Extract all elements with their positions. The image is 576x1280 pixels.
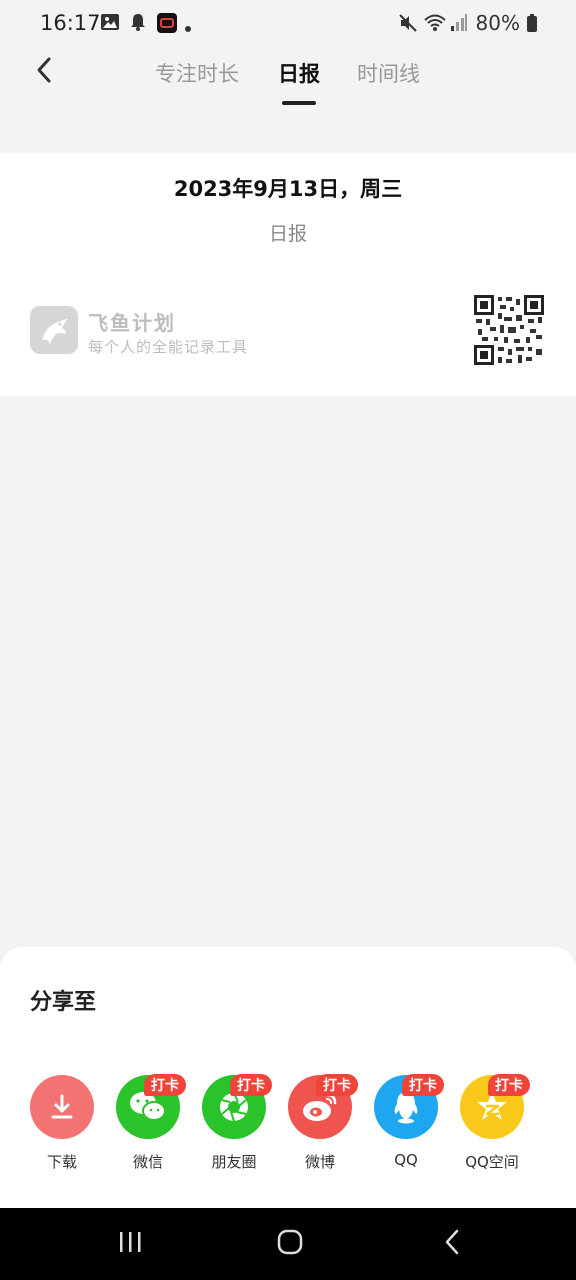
signal-icon xyxy=(450,13,470,33)
dot-icon xyxy=(184,18,192,32)
share-label: 微博 xyxy=(304,1153,335,1171)
battery-level: 80% xyxy=(475,11,520,35)
back-icon xyxy=(442,1228,462,1260)
download-icon xyxy=(30,1075,94,1139)
nav-back-button[interactable] xyxy=(432,1228,472,1260)
checkin-badge: 打卡 xyxy=(488,1074,530,1096)
tab-timeline[interactable]: 时间线 xyxy=(357,58,420,88)
weibo-icon: 打卡 xyxy=(288,1074,358,1139)
status-bar: 16:17 80% xyxy=(0,0,576,48)
battery-icon xyxy=(526,13,538,33)
report-date: 2023年9月13日，周三 xyxy=(173,177,403,201)
share-moments-button[interactable]: 打卡 朋友圈 xyxy=(191,1074,277,1172)
screen-record-icon xyxy=(156,12,177,33)
qr-code xyxy=(474,295,544,365)
share-sheet-title: 分享至 xyxy=(30,990,97,1015)
wifi-icon xyxy=(423,13,446,33)
checkin-badge: 打卡 xyxy=(144,1074,186,1096)
image-icon xyxy=(100,12,120,32)
system-nav-bar xyxy=(0,1208,576,1280)
share-wechat-button[interactable]: 打卡 微信 xyxy=(105,1074,191,1172)
tab-focus-duration[interactable]: 专注时长 xyxy=(155,58,239,88)
active-tab-indicator xyxy=(282,101,316,105)
tab-daily-report[interactable]: 日报 xyxy=(278,58,320,88)
report-subtitle: 日报 xyxy=(268,223,307,245)
daily-report-card: 2023年9月13日，周三 日报 飞鱼计划 每个人的全能记录工具 xyxy=(0,153,576,396)
bell-icon xyxy=(128,12,148,32)
wechat-icon: 打卡 xyxy=(116,1074,186,1139)
share-label: 朋友圈 xyxy=(211,1153,257,1171)
home-icon xyxy=(276,1228,304,1260)
share-weibo-button[interactable]: 打卡 微博 xyxy=(277,1074,363,1172)
brand-name: 飞鱼计划 xyxy=(88,311,176,335)
share-label: QQ xyxy=(394,1151,418,1169)
share-qzone-button[interactable]: 打卡 QQ空间 xyxy=(449,1074,535,1172)
checkin-badge: 打卡 xyxy=(402,1074,444,1096)
status-system-icons: 80% xyxy=(398,11,538,35)
mute-icon xyxy=(398,13,418,33)
share-qq-button[interactable]: 打卡 QQ xyxy=(363,1074,449,1169)
status-notification-icons xyxy=(100,12,192,33)
moments-icon: 打卡 xyxy=(202,1074,272,1139)
share-sheet: 分享至 下载 打卡 微信 打卡 朋友圈 打卡 微博 打卡 QQ 打卡 QQ空间 xyxy=(0,947,576,1208)
brand-slogan: 每个人的全能记录工具 xyxy=(88,338,249,356)
share-label: 微信 xyxy=(132,1153,163,1171)
recents-button[interactable] xyxy=(110,1228,150,1260)
share-download-button[interactable]: 下载 xyxy=(19,1075,105,1172)
status-time: 16:17 xyxy=(40,11,101,35)
share-label: QQ空间 xyxy=(465,1153,519,1171)
checkin-badge: 打卡 xyxy=(230,1074,272,1096)
recents-icon xyxy=(117,1230,143,1258)
qzone-icon: 打卡 xyxy=(460,1074,530,1139)
checkin-badge: 打卡 xyxy=(316,1074,358,1096)
tab-bar: 专注时长 日报 时间线 xyxy=(0,52,576,108)
home-button[interactable] xyxy=(270,1228,310,1260)
qq-icon: 打卡 xyxy=(374,1074,444,1139)
share-label: 下载 xyxy=(46,1153,77,1171)
flying-fish-logo xyxy=(30,306,78,354)
